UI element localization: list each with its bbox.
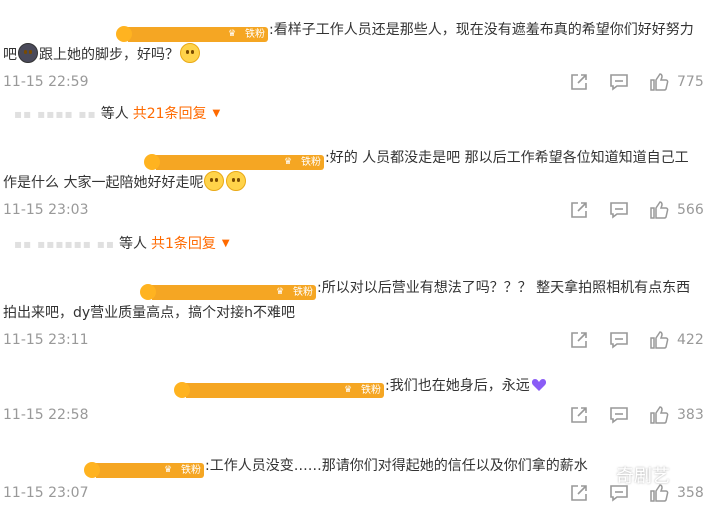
comment-icon xyxy=(610,407,628,424)
like-icon xyxy=(650,406,669,424)
like-button[interactable]: 383 xyxy=(649,405,704,425)
comment-meta: 11-15 23:11 422 xyxy=(3,328,704,352)
like-count: 422 xyxy=(677,332,704,348)
crown-icon: ♛ xyxy=(144,154,292,170)
view-replies-link[interactable]: 共1条回复 xyxy=(151,234,216,254)
timestamp: 11-15 23:11 xyxy=(3,332,89,348)
comment-icon xyxy=(610,74,628,91)
comment-meta: 11-15 23:03 566 xyxy=(3,198,704,222)
crown-icon: ♛ xyxy=(140,284,284,300)
comment-text: ♛ 铁粉:工作人员没变……那请你们对得起她的信任以及你们拿的薪水 xyxy=(3,454,694,479)
emoji-icon xyxy=(204,170,225,191)
timestamp: 11-15 23:03 xyxy=(3,202,89,218)
like-count: 358 xyxy=(677,485,704,501)
like-count: 566 xyxy=(677,202,704,218)
comment-text: ♛ 铁粉:所以对以后营业有想法了吗？？？ 整天拿拍照相机有点东西拍出来吧，dy营业… xyxy=(3,280,691,321)
sub-reply-users: ▪▪ ▪▪▪▪ ▪▪ xyxy=(14,107,97,121)
like-icon xyxy=(650,331,669,349)
share-icon xyxy=(571,407,587,423)
share-button[interactable] xyxy=(569,72,589,92)
reply-button[interactable] xyxy=(609,72,629,92)
crown-icon: ♛ xyxy=(174,382,352,398)
crown-icon: ♛ xyxy=(116,26,236,42)
sub-reply-users: ▪▪ ▪▪▪▪▪▪ ▪▪ xyxy=(14,237,115,251)
like-button[interactable]: 566 xyxy=(649,200,704,220)
fan-badge[interactable]: ♛ 铁粉 xyxy=(174,382,384,399)
share-icon xyxy=(571,332,587,348)
share-button[interactable] xyxy=(569,405,589,425)
comment-icon xyxy=(610,202,628,219)
share-icon xyxy=(571,74,587,90)
like-count: 775 xyxy=(677,74,704,90)
timestamp: 11-15 22:58 xyxy=(3,407,89,423)
emoji-icon xyxy=(18,42,38,63)
share-icon xyxy=(571,485,587,501)
emoji-icon xyxy=(226,170,247,191)
like-button[interactable]: 422 xyxy=(649,330,704,350)
comment-meta: 11-15 22:59 775 xyxy=(3,70,704,94)
fan-badge[interactable]: ♛ 铁粉 xyxy=(116,26,268,43)
fan-badge[interactable]: ♛ 铁粉 xyxy=(144,154,324,171)
crown-icon: ♛ xyxy=(84,462,172,478)
chevron-down-icon[interactable]: ▼ xyxy=(213,104,221,124)
purple-heart-icon xyxy=(531,377,547,393)
timestamp: 11-15 22:59 xyxy=(3,74,89,90)
like-icon xyxy=(650,73,669,91)
reply-button[interactable] xyxy=(609,330,629,350)
share-icon xyxy=(571,202,587,218)
chevron-down-icon[interactable]: ▼ xyxy=(222,234,230,254)
share-button[interactable] xyxy=(569,330,589,350)
sub-replies: ▪▪ ▪▪▪▪ ▪▪ 等人 共21条回复 ▼ xyxy=(14,104,221,124)
comment-icon xyxy=(610,332,628,349)
share-button[interactable] xyxy=(569,200,589,220)
watermark: 奇剧艺 xyxy=(616,466,670,487)
comment-text: ♛ 铁粉:看样子工作人员还是那些人，现在没有遮羞布真的希望你们好好努力吧 跟上她的脚… xyxy=(3,22,694,63)
comment-text: ♛ 铁粉:我们也在她身后，永远 xyxy=(3,374,694,399)
like-count: 383 xyxy=(677,407,704,423)
sub-replies: ▪▪ ▪▪▪▪▪▪ ▪▪ 等人 共1条回复 ▼ xyxy=(14,234,230,254)
comment-meta: 11-15 23:07 358 xyxy=(3,481,704,505)
comment-text: ♛ 铁粉:好的 人员都没走是吧 那以后工作希望各位知道知道自己工作是什么 大家一起… xyxy=(3,150,689,191)
like-icon xyxy=(650,201,669,219)
comment-meta: 11-15 22:58 383 xyxy=(3,403,704,427)
reply-button[interactable] xyxy=(609,405,629,425)
fan-badge[interactable]: ♛ 铁粉 xyxy=(84,462,204,479)
reply-button[interactable] xyxy=(609,200,629,220)
timestamp: 11-15 23:07 xyxy=(3,485,89,501)
view-replies-link[interactable]: 共21条回复 xyxy=(133,104,207,124)
share-button[interactable] xyxy=(569,483,589,503)
fan-badge[interactable]: ♛ 铁粉 xyxy=(140,284,316,301)
emoji-icon xyxy=(180,42,200,63)
like-button[interactable]: 775 xyxy=(649,72,704,92)
